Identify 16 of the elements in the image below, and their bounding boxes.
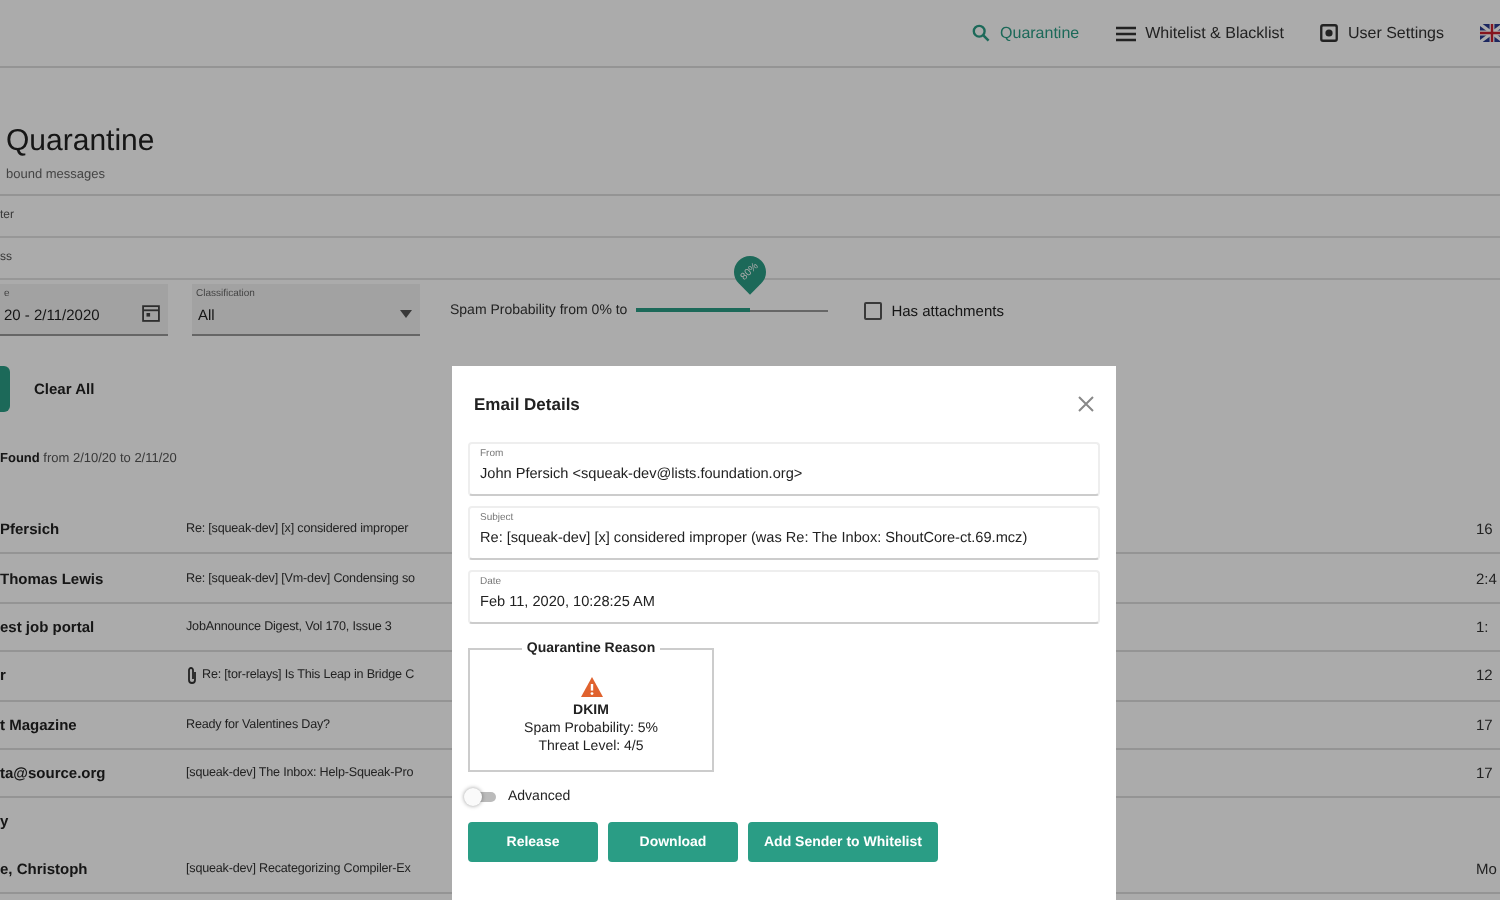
search-icon (972, 24, 991, 42)
dialog-title: Email Details (474, 394, 580, 414)
settings-icon (1319, 24, 1338, 42)
list-icon (1115, 25, 1136, 41)
page-title: Quarantine (6, 124, 157, 158)
checkbox[interactable] (863, 301, 882, 319)
advanced-toggle[interactable] (468, 792, 496, 802)
search-button[interactable] (0, 366, 10, 412)
nav-link[interactable]: User Settings (1319, 24, 1444, 42)
warning-icon (579, 676, 603, 698)
flag-icon[interactable] (1480, 24, 1500, 42)
close-icon[interactable] (1078, 396, 1094, 412)
calendar-icon (142, 304, 160, 322)
caret-icon (400, 310, 412, 318)
nav-link[interactable]: Whitelist & Blacklist (1115, 24, 1284, 42)
paperclip-icon (186, 666, 198, 685)
